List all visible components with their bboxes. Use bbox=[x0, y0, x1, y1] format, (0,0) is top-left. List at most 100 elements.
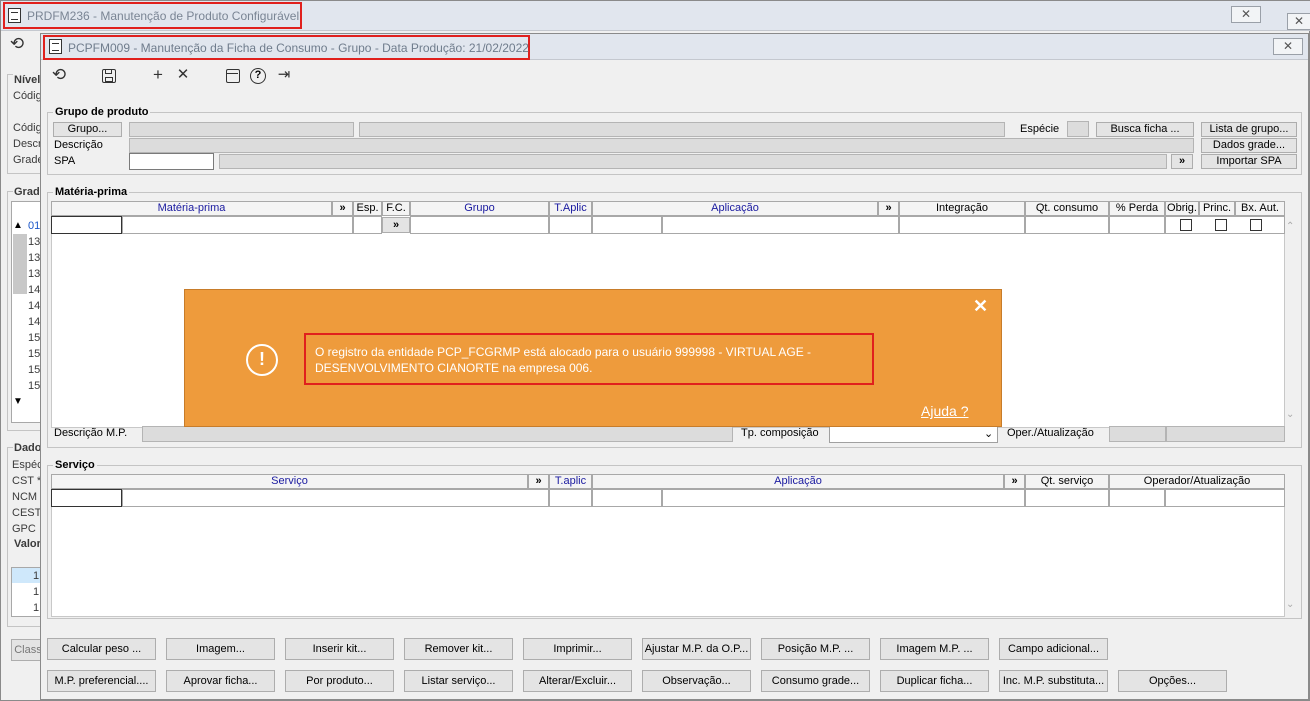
inc-mp-substituta-button[interactable]: Inc. M.P. substituta... bbox=[999, 670, 1108, 692]
mp-row-taplic-cell[interactable] bbox=[549, 216, 592, 234]
bx-aut-checkbox[interactable] bbox=[1250, 219, 1262, 231]
scroll-up-icon[interactable]: ▲ bbox=[13, 220, 23, 231]
col-servico-aplic-arrow[interactable]: » bbox=[1004, 474, 1025, 489]
por-produto-button[interactable]: Por produto... bbox=[285, 670, 394, 692]
fc-arrow-button[interactable]: » bbox=[382, 217, 410, 233]
valor-row[interactable]: 1 bbox=[33, 586, 39, 598]
exit-icon[interactable]: ⇥ bbox=[274, 66, 294, 84]
calcular-peso-button[interactable]: Calcular peso ... bbox=[47, 638, 156, 660]
col-aplic-arrow[interactable]: » bbox=[878, 201, 899, 216]
servico-row-aplic-code-cell[interactable] bbox=[592, 489, 662, 507]
mp-scroll-down-icon[interactable]: ⌄ bbox=[1286, 409, 1294, 420]
listar-servico-button[interactable]: Listar serviço... bbox=[404, 670, 513, 692]
especie-field bbox=[1067, 121, 1089, 137]
col-esp[interactable]: Esp. bbox=[353, 201, 382, 216]
servico-row-code-cell[interactable] bbox=[51, 489, 122, 507]
spa-arrow-button[interactable]: » bbox=[1171, 154, 1193, 169]
add-icon[interactable]: + bbox=[148, 66, 168, 84]
col-aplicacao[interactable]: Aplicação bbox=[592, 201, 878, 216]
alterar-excluir-button[interactable]: Alterar/Excluir... bbox=[523, 670, 632, 692]
save-icon[interactable] bbox=[102, 69, 116, 83]
ajustar-mp-button[interactable]: Ajustar M.P. da O.P... bbox=[642, 638, 751, 660]
col-taplic[interactable]: T.Aplic bbox=[549, 201, 592, 216]
posicao-mp-button[interactable]: Posição M.P. ... bbox=[761, 638, 870, 660]
especie-label: Espécie bbox=[1020, 123, 1060, 135]
chevron-down-icon[interactable]: ⌄ bbox=[984, 427, 993, 440]
busca-ficha-button[interactable]: Busca ficha ... bbox=[1096, 122, 1194, 137]
help-icon[interactable]: ? bbox=[250, 68, 266, 84]
tp-composicao-select[interactable] bbox=[829, 426, 998, 443]
mp-row-code-cell[interactable] bbox=[51, 216, 122, 234]
servico-row-oper-cell[interactable] bbox=[1109, 489, 1165, 507]
mp-row-name-cell[interactable] bbox=[122, 216, 353, 234]
opcoes-button[interactable]: Opções... bbox=[1118, 670, 1227, 692]
col-servico-arrow[interactable]: » bbox=[528, 474, 549, 489]
undo-icon[interactable]: ⟲ bbox=[49, 66, 69, 84]
aprovar-ficha-button[interactable]: Aprovar ficha... bbox=[166, 670, 275, 692]
col-integracao[interactable]: Integração bbox=[899, 201, 1025, 216]
col-bx-aut[interactable]: Bx. Aut. bbox=[1235, 201, 1285, 216]
mp-row-aplic-cell[interactable] bbox=[662, 216, 899, 234]
campo-adicional-button[interactable]: Campo adicional... bbox=[999, 638, 1108, 660]
delete-icon[interactable]: ✕ bbox=[173, 66, 193, 84]
servico-row-atual-cell[interactable] bbox=[1165, 489, 1285, 507]
mp-preferencial-button[interactable]: M.P. preferencial.... bbox=[47, 670, 156, 692]
mp-row-aplic-code-cell[interactable] bbox=[592, 216, 662, 234]
col-grupo[interactable]: Grupo bbox=[410, 201, 549, 216]
inner-close-button[interactable]: ✕ bbox=[1273, 38, 1303, 55]
calendar-icon[interactable] bbox=[226, 69, 240, 83]
mp-row-perda-cell[interactable] bbox=[1109, 216, 1165, 234]
outer-close-button[interactable]: ✕ bbox=[1231, 6, 1261, 23]
servico-row-qt-cell[interactable] bbox=[1025, 489, 1109, 507]
alert-message-line1: O registro da entidade PCP_FCGRMP está a… bbox=[315, 345, 812, 359]
spa-input[interactable] bbox=[129, 153, 214, 170]
col-servico-taplic[interactable]: T.aplic bbox=[549, 474, 592, 489]
mp-row-integracao-cell[interactable] bbox=[899, 216, 1025, 234]
grade-scroll-thumb[interactable] bbox=[13, 234, 27, 294]
col-operador[interactable]: Operador/Atualização bbox=[1109, 474, 1285, 489]
importar-spa-button[interactable]: Importar SPA bbox=[1201, 154, 1297, 169]
mp-row-qt-cell[interactable] bbox=[1025, 216, 1109, 234]
servico-row-taplic-cell[interactable] bbox=[549, 489, 592, 507]
col-perda[interactable]: % Perda bbox=[1109, 201, 1165, 216]
col-qt-consumo[interactable]: Qt. consumo bbox=[1025, 201, 1109, 216]
consumo-grade-button[interactable]: Consumo grade... bbox=[761, 670, 870, 692]
alert-close-icon[interactable]: ✕ bbox=[973, 296, 988, 317]
princ-checkbox[interactable] bbox=[1215, 219, 1227, 231]
dados-grade-button[interactable]: Dados grade... bbox=[1201, 138, 1297, 153]
servico-scroll-down-icon[interactable]: ⌄ bbox=[1286, 599, 1294, 610]
col-princ[interactable]: Princ. bbox=[1199, 201, 1235, 216]
col-fc[interactable]: F.C. bbox=[382, 201, 410, 216]
imagem-mp-button[interactable]: Imagem M.P. ... bbox=[880, 638, 989, 660]
obrig-checkbox[interactable] bbox=[1180, 219, 1192, 231]
imagem-button[interactable]: Imagem... bbox=[166, 638, 275, 660]
mp-row-grupo-cell[interactable] bbox=[410, 216, 549, 234]
col-mp-arrow[interactable]: » bbox=[332, 201, 353, 216]
duplicar-ficha-button[interactable]: Duplicar ficha... bbox=[880, 670, 989, 692]
scroll-down-icon[interactable]: ▼ bbox=[13, 396, 23, 407]
col-materia-prima[interactable]: Matéria-prima bbox=[51, 201, 332, 216]
observacao-button[interactable]: Observação... bbox=[642, 670, 751, 692]
valor-row[interactable]: 1 bbox=[33, 602, 39, 614]
outer-close-button-2[interactable]: ✕ bbox=[1287, 13, 1310, 30]
remover-kit-button[interactable]: Remover kit... bbox=[404, 638, 513, 660]
servico-row-name-cell[interactable] bbox=[122, 489, 549, 507]
lista-grupo-button[interactable]: Lista de grupo... bbox=[1201, 122, 1297, 137]
col-servico[interactable]: Serviço bbox=[51, 474, 528, 489]
col-qt-servico[interactable]: Qt. serviço bbox=[1025, 474, 1109, 489]
col-servico-aplicacao[interactable]: Aplicação bbox=[592, 474, 1004, 489]
grade-row[interactable]: 01 bbox=[28, 220, 40, 232]
alert-help-link[interactable]: Ajuda ? bbox=[921, 403, 968, 419]
mp-row-esp-cell[interactable] bbox=[353, 216, 382, 234]
valor-row[interactable]: 1 bbox=[33, 570, 39, 582]
servico-row-aplic-cell[interactable] bbox=[662, 489, 1025, 507]
mp-scroll-up-icon[interactable]: ⌃ bbox=[1286, 221, 1294, 232]
grupo-description-field bbox=[359, 122, 1005, 137]
col-obrig[interactable]: Obrig. bbox=[1165, 201, 1199, 216]
imprimir-button[interactable]: Imprimir... bbox=[523, 638, 632, 660]
inserir-kit-button[interactable]: Inserir kit... bbox=[285, 638, 394, 660]
outer-undo-icon[interactable]: ⟲ bbox=[7, 35, 27, 53]
grupo-button[interactable]: Grupo... bbox=[53, 122, 122, 137]
codigo-label-2: Códig bbox=[13, 122, 42, 134]
especie-label: Espéc bbox=[12, 459, 43, 471]
